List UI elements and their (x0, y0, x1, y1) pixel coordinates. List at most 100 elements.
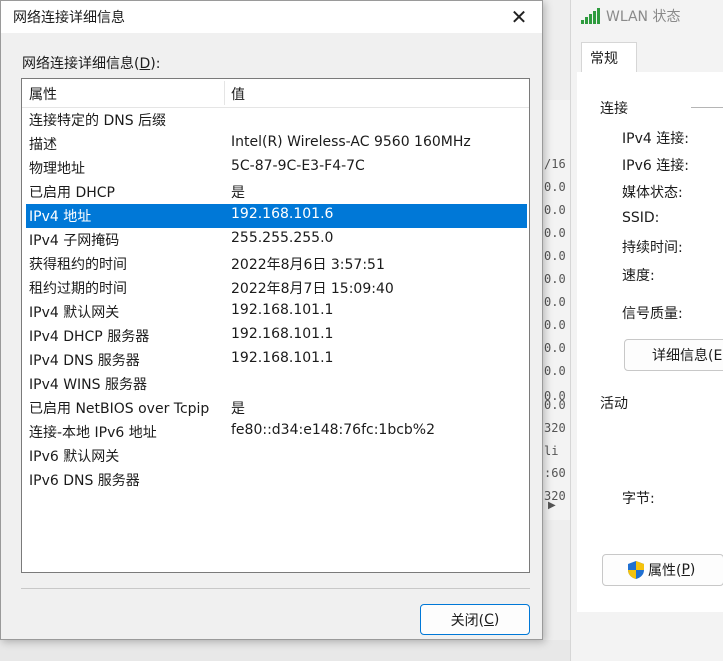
close-button-prefix: 关闭( (450, 612, 485, 629)
activity-section-label: 活动 (600, 396, 628, 412)
row-value: Intel(R) Wireless-AC 9560 160MHz (231, 134, 471, 150)
terminal-text-line: /16 (544, 157, 566, 171)
row-value: 192.168.101.6 (231, 206, 334, 222)
row-value: 192.168.101.1 (231, 302, 334, 318)
terminal-text-line: 0.0 (544, 295, 566, 309)
list-label-accel: D (139, 56, 151, 72)
scroll-right-arrow-icon[interactable]: ▶ (548, 500, 556, 511)
wlan-window-title: WLAN 状态 (606, 9, 681, 25)
table-row[interactable]: 物理地址 5C-87-9C-E3-F4-7C (26, 156, 527, 180)
terminal-text-line: li (544, 444, 559, 458)
table-row[interactable]: IPv4 DNS 服务器 192.168.101.1 (26, 348, 527, 372)
properties-button-prefix: 属性( (648, 563, 682, 579)
row-property: IPv6 DNS 服务器 (29, 473, 140, 489)
ipv4-connection-label: IPv4 连接: (622, 131, 689, 147)
properties-button-accel: P (681, 562, 690, 578)
table-row[interactable]: 连接特定的 DNS 后缀 (26, 108, 527, 132)
table-row[interactable]: IPv6 默认网关 (26, 444, 527, 468)
row-value: 192.168.101.1 (231, 350, 334, 366)
uac-shield-icon (628, 561, 644, 579)
row-value: 255.255.255.0 (231, 230, 334, 246)
terminal-text-line: 320 (544, 421, 566, 435)
row-value: 是 (231, 185, 245, 201)
network-details-dialog: 网络连接详细信息 ✕ 网络连接详细信息(D): 属性 值 连接特定的 DNS 后… (0, 0, 543, 640)
terminal-text-line: 0.0 (544, 249, 566, 263)
wlan-titlebar: WLAN 状态 (571, 0, 723, 32)
list-label-suffix: ): (150, 56, 161, 72)
row-value: 5C-87-9C-E3-F4-7C (231, 158, 365, 174)
table-row[interactable]: IPv4 地址 192.168.101.6 (26, 204, 527, 228)
speed-label: 速度: (622, 268, 655, 284)
details-list-label: 网络连接详细信息(D): (22, 53, 160, 73)
table-row[interactable]: 已启用 DHCP 是 (26, 180, 527, 204)
terminal-text-line: :60 (544, 466, 566, 480)
row-property: IPv4 子网掩码 (29, 233, 120, 249)
table-row[interactable]: IPv6 DNS 服务器 (26, 468, 527, 492)
media-state-label: 媒体状态: (622, 185, 683, 201)
column-header-value[interactable]: 值 (231, 84, 245, 104)
table-row[interactable]: 获得租约的时间 2022年8月6日 3:57:51 (26, 252, 527, 276)
row-property: IPv4 DHCP 服务器 (29, 329, 150, 345)
dialog-title: 网络连接详细信息 (13, 10, 125, 26)
details-button-label: 详细信息(E (652, 348, 723, 364)
table-row[interactable]: 已启用 NetBIOS over Tcpip 是 (26, 396, 527, 420)
row-property: IPv4 地址 (29, 209, 92, 225)
column-divider[interactable] (224, 81, 225, 105)
connection-section-divider (691, 107, 723, 108)
table-row[interactable]: 租约过期的时间 2022年8月7日 15:09:40 (26, 276, 527, 300)
table-row[interactable]: IPv4 DHCP 服务器 192.168.101.1 (26, 324, 527, 348)
row-value: fe80::d34:e148:76fc:1bcb%2 (231, 422, 436, 438)
properties-button-suffix: ) (689, 562, 696, 578)
table-row[interactable]: 描述 Intel(R) Wireless-AC 9560 160MHz (26, 132, 527, 156)
close-button[interactable]: 关闭(C) (420, 604, 530, 635)
listview-header: 属性 值 (22, 79, 529, 108)
dialog-separator (21, 588, 530, 589)
row-property: 连接-本地 IPv6 地址 (29, 425, 157, 441)
row-property: IPv4 WINS 服务器 (29, 377, 147, 393)
duration-label: 持续时间: (622, 240, 683, 256)
row-property: 已启用 NetBIOS over Tcpip (29, 401, 210, 417)
table-row[interactable]: IPv4 子网掩码 255.255.255.0 (26, 228, 527, 252)
row-property: 获得租约的时间 (29, 257, 127, 273)
close-button-accel: C (484, 611, 494, 628)
row-property: IPv6 默认网关 (29, 449, 120, 465)
row-property: IPv4 DNS 服务器 (29, 353, 140, 369)
terminal-text-line: 0.0 (544, 341, 566, 355)
tab-general[interactable]: 常规 (581, 42, 637, 72)
row-value: 192.168.101.1 (231, 326, 334, 342)
terminal-text-line: 0.0 (544, 364, 566, 378)
row-value: 2022年8月7日 15:09:40 (231, 281, 394, 297)
details-listview[interactable]: 属性 值 连接特定的 DNS 后缀 描述 Intel(R) Wireless-AC … (21, 78, 530, 573)
row-value: 2022年8月6日 3:57:51 (231, 257, 385, 273)
row-property: 描述 (29, 137, 57, 153)
connection-section-label: 连接 (600, 101, 628, 117)
row-property: 已启用 DHCP (29, 185, 115, 201)
terminal-text-line: 0.0 (544, 318, 566, 332)
column-header-property[interactable]: 属性 (29, 84, 57, 104)
list-label-prefix: 网络连接详细信息( (22, 56, 140, 72)
table-row[interactable]: IPv4 WINS 服务器 (26, 372, 527, 396)
wifi-signal-icon (581, 8, 600, 24)
terminal-text-line: 0.0 (544, 180, 566, 194)
table-row[interactable]: IPv4 默认网关 192.168.101.1 (26, 300, 527, 324)
row-value: 是 (231, 401, 245, 417)
wlan-status-window: WLAN 状态 常规 连接 IPv4 连接: IPv6 连接: 媒体状态: SS… (570, 0, 723, 661)
row-property: 租约过期的时间 (29, 281, 127, 297)
row-property: 连接特定的 DNS 后缀 (29, 113, 167, 129)
details-button[interactable]: 详细信息(E (624, 339, 723, 371)
terminal-text-line: 0.0 (544, 226, 566, 240)
properties-button[interactable]: 属性(P) (602, 554, 723, 586)
signal-quality-label: 信号质量: (622, 306, 683, 322)
terminal-text-line: 0.0 (544, 203, 566, 217)
table-row[interactable]: 连接-本地 IPv6 地址 fe80::d34:e148:76fc:1bcb%2 (26, 420, 527, 444)
ssid-label: SSID: (622, 210, 660, 226)
terminal-text-line: 0.0 (544, 398, 566, 412)
bytes-label: 字节: (622, 491, 655, 507)
terminal-text-line: 0.0 (544, 272, 566, 286)
dialog-titlebar: 网络连接详细信息 ✕ (1, 1, 542, 33)
row-property: 物理地址 (29, 161, 85, 177)
wlan-tabbar: 常规 (577, 42, 723, 73)
close-icon[interactable]: ✕ (496, 1, 542, 33)
close-button-suffix: ) (493, 611, 500, 628)
wlan-content-panel: 连接 IPv4 连接: IPv6 连接: 媒体状态: SSID: 持续时间: 速… (577, 72, 723, 612)
